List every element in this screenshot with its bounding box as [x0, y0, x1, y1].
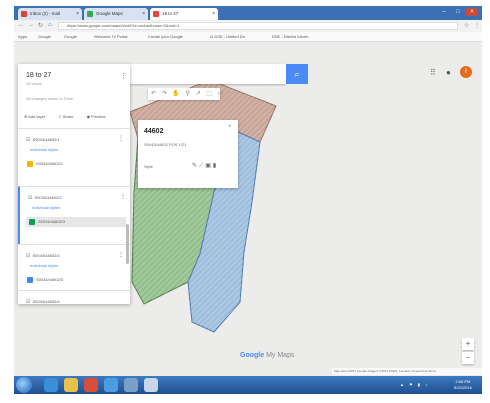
url-field[interactable]: https://www.google.com/maps/d/edit?hl=en…: [58, 22, 458, 30]
tab-label: 18 to 27: [162, 11, 179, 16]
list-item[interactable]: S0034/44602/3: [24, 275, 124, 285]
list-item[interactable]: S0034/44602/1: [24, 159, 124, 169]
media-icon[interactable]: [84, 378, 98, 392]
explorer-icon[interactable]: [64, 378, 78, 392]
map-attribution: Map data ©2017 Google Imagery ©2017 DNES…: [332, 368, 482, 375]
forward-icon[interactable]: →: [28, 22, 34, 28]
maps-icon: [87, 11, 93, 17]
layers-panel: 18 to 27 18 views ⋮ All changes saved in…: [18, 64, 130, 304]
map-views: 18 views: [26, 81, 42, 86]
popup-actions: ✎⟋▣▮: [192, 162, 218, 170]
search-input[interactable]: [126, 64, 286, 84]
close-icon[interactable]: ×: [228, 124, 232, 130]
color-swatch: [27, 161, 33, 167]
layer-name[interactable]: S0034/44602/1: [32, 137, 59, 142]
app-icon[interactable]: [124, 378, 138, 392]
close-icon[interactable]: ×: [76, 8, 79, 20]
bookmark-portal[interactable]: Welcome To Portal: [94, 34, 127, 39]
avatar[interactable]: I: [460, 66, 472, 78]
menu-icon[interactable]: ⋮: [474, 22, 480, 29]
search-icon: ⌕: [294, 69, 300, 79]
bookmark-unified[interactable]: G-DSE - Unified Dir: [210, 34, 245, 39]
kebab-menu-icon[interactable]: ⋮: [120, 72, 127, 80]
layer-name[interactable]: S0034/44602/2: [34, 195, 61, 200]
notifications-icon[interactable]: ●: [446, 68, 451, 77]
maximize-icon[interactable]: □: [452, 8, 464, 16]
close-icon[interactable]: ×: [142, 8, 145, 20]
bookmark-google[interactable]: Google: [38, 34, 51, 39]
layer-4[interactable]: ☑ S0034/44602/4: [18, 290, 130, 304]
share-button[interactable]: ⇪ Share: [58, 114, 79, 119]
kebab-menu-icon[interactable]: ⋮: [120, 193, 126, 200]
start-button[interactable]: [16, 377, 32, 393]
reload-icon[interactable]: ↻: [38, 22, 43, 29]
windows-taskbar: ▲ ⚑ ▮ ♪ 2:08 PM 6/22/2016: [14, 376, 482, 394]
browser-tab-bar: Inbox (2) - mail × Google Maps × 18 to 2…: [14, 6, 482, 20]
window-close-icon[interactable]: ×: [466, 8, 478, 16]
camera-icon[interactable]: ▣: [205, 163, 213, 169]
home-icon[interactable]: ⌂: [48, 22, 52, 28]
paint-icon[interactable]: ✎: [192, 163, 199, 169]
tab-gmail[interactable]: Inbox (2) - mail ×: [18, 8, 82, 20]
checkbox-icon[interactable]: ☑: [26, 253, 30, 259]
layer-style-link[interactable]: Individual styles: [30, 263, 58, 268]
chrome-icon[interactable]: [104, 378, 118, 392]
clock[interactable]: 2:08 PM 6/22/2016: [454, 379, 472, 391]
bookmark-district[interactable]: DSE - District Inform: [272, 34, 308, 39]
zoom-in-button[interactable]: +: [462, 338, 474, 350]
delete-icon[interactable]: ▮: [213, 163, 218, 169]
tab-label: Google Maps: [96, 11, 123, 16]
bookmark-create-google[interactable]: Create your Google: [148, 34, 183, 39]
save-status: All changes saved in Drive: [26, 96, 74, 101]
layer-name[interactable]: S0034/44602/4: [32, 299, 59, 304]
list-item[interactable]: S0034/44602/3: [26, 217, 126, 227]
panel-scrollbar[interactable]: [126, 224, 129, 264]
bookmark-apps[interactable]: Apps: [18, 34, 27, 39]
layer-name[interactable]: S0034/44602/3: [32, 253, 59, 258]
tab-google-maps[interactable]: Google Maps ×: [84, 8, 148, 20]
close-icon[interactable]: ×: [212, 8, 215, 20]
kebab-menu-icon[interactable]: ⋮: [118, 135, 124, 142]
color-swatch: [27, 277, 33, 283]
popup-style-button[interactable]: Style: [144, 164, 153, 169]
tab-my-maps[interactable]: 18 to 27 ×: [150, 8, 218, 20]
ie-icon[interactable]: [44, 378, 58, 392]
layer-2[interactable]: ☑ S0034/44602/2 ⋮ Individual styles S0034…: [18, 186, 130, 244]
gmail-icon: [21, 11, 27, 17]
tab-label: Inbox (2) - mail: [30, 11, 61, 16]
preview-button[interactable]: ◉ Preview: [87, 114, 112, 119]
popup-subtitle: S0043/44602 POS 1/21: [144, 142, 187, 147]
star-icon[interactable]: ☆: [464, 22, 469, 29]
checkbox-icon[interactable]: ☑: [28, 195, 32, 201]
map-toolbar[interactable]: ↶ ↷ ✋ ⚲ ↗ ⬚ ▭: [148, 88, 223, 100]
add-layer-button[interactable]: ⊕ Add layer: [24, 114, 51, 119]
checkbox-icon[interactable]: ☑: [26, 137, 30, 143]
back-icon[interactable]: ←: [18, 22, 24, 28]
bookmarks-bar: Apps Google Google Welcome To Portal Cre…: [14, 32, 482, 42]
checkbox-icon[interactable]: ☑: [26, 299, 30, 304]
layer-style-link[interactable]: Individual styles: [32, 205, 60, 210]
mymaps-icon: [153, 11, 159, 17]
bookmark-google-2[interactable]: Google: [64, 34, 77, 39]
zoom-out-button[interactable]: −: [462, 352, 474, 364]
feature-popup: 44602 S0043/44602 POS 1/21 Style × ✎⟋▣▮: [138, 120, 238, 188]
google-my-maps-logo: Google My Maps: [240, 352, 295, 359]
kebab-menu-icon[interactable]: ⋮: [118, 251, 124, 258]
system-tray[interactable]: ▲ ⚑ ▮ ♪: [400, 382, 429, 387]
layer-1[interactable]: ☑ S0034/44602/1 ⋮ Individual styles S0034…: [18, 128, 130, 186]
minimize-icon[interactable]: –: [438, 8, 450, 16]
search-button[interactable]: ⌕: [286, 64, 308, 84]
apps-grid-icon[interactable]: ⠿: [430, 68, 436, 77]
panel-actions: ⊕ Add layer ⇪ Share ◉ Preview: [24, 114, 124, 119]
address-bar: ← → ↻ ⌂ https://www.google.com/maps/d/ed…: [14, 20, 482, 32]
layer-style-link[interactable]: Individual styles: [30, 147, 58, 152]
app-icon-2[interactable]: [144, 378, 158, 392]
popup-title: 44602: [144, 128, 164, 135]
color-swatch: [29, 219, 35, 225]
map-title[interactable]: 18 to 27: [26, 72, 51, 79]
